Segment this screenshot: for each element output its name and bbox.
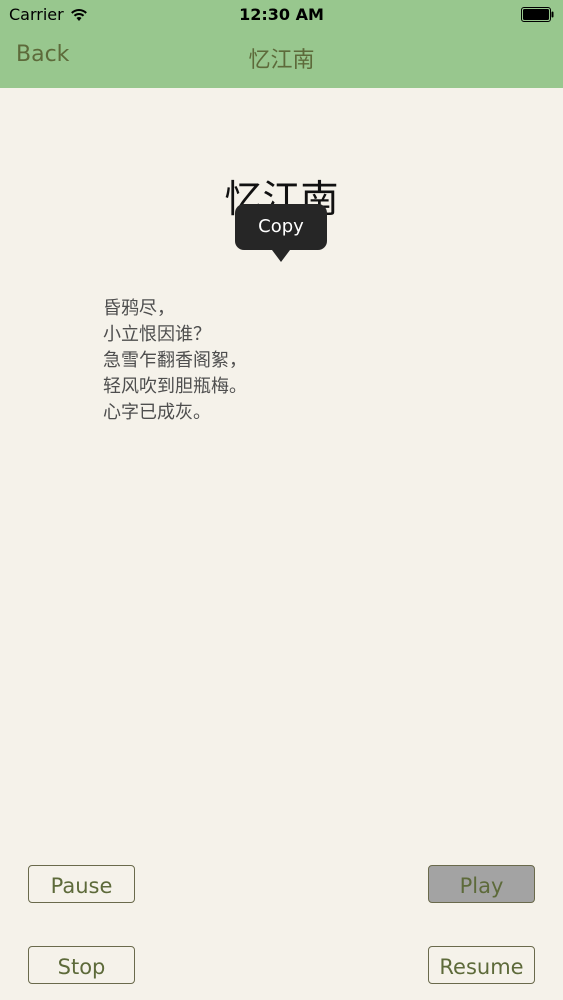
poem-body: 昏鸦尽， 小立恨因谁？ 急雪乍翻香阁絮， 轻风吹到胆瓶梅。 心字已成灰。 (103, 296, 247, 426)
poem-line: 轻风吹到胆瓶梅。 (103, 376, 247, 397)
screen: Carrier 12:30 AM Back 忆江南 忆江南 Copy 昏鸦尽， … (0, 0, 563, 1000)
navigation-bar: Back 忆江南 (0, 30, 563, 88)
poem-line: 小立恨因谁？ (103, 324, 211, 345)
poem-line: 昏鸦尽， (103, 298, 175, 319)
top-bar: Carrier 12:30 AM Back 忆江南 (0, 0, 563, 88)
status-time: 12:30 AM (239, 5, 324, 24)
status-bar: Carrier 12:30 AM (0, 0, 563, 30)
poem-line: 急雪乍翻香阁絮， (103, 350, 247, 371)
nav-title: 忆江南 (248, 48, 315, 73)
pause-button[interactable]: Pause (28, 865, 135, 903)
resume-button[interactable]: Resume (428, 946, 535, 984)
stop-button[interactable]: Stop (28, 946, 135, 984)
copy-button[interactable]: Copy (235, 204, 327, 262)
battery-icon (521, 7, 554, 22)
play-button[interactable]: Play (428, 865, 535, 903)
poem-line: 心字已成灰。 (103, 402, 211, 423)
